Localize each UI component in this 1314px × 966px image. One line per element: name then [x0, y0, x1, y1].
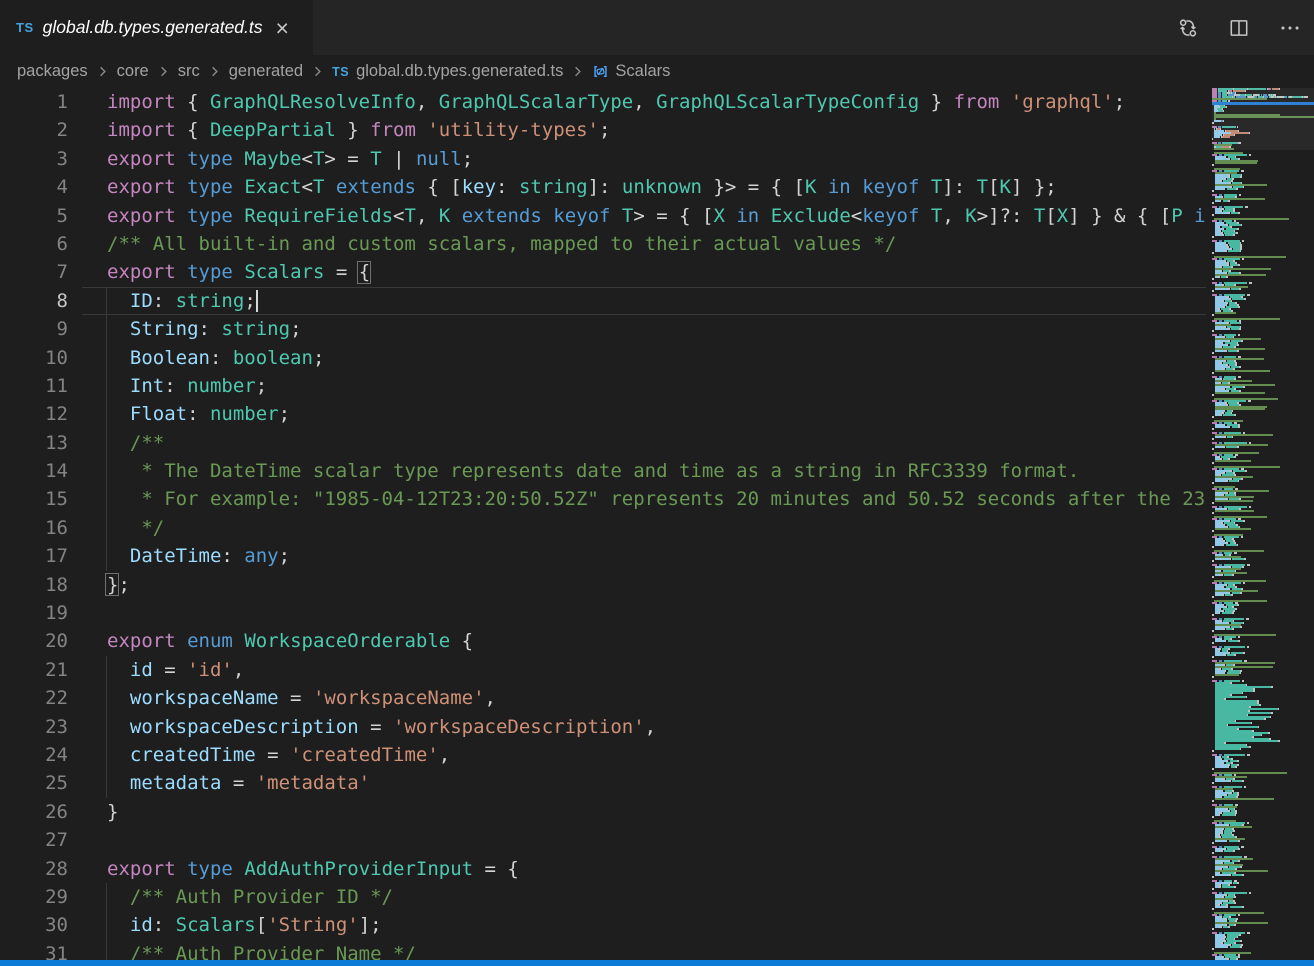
tab-close-icon[interactable]: ×: [276, 18, 289, 38]
code-line[interactable]: /** Auth Provider ID */: [107, 883, 1206, 911]
code-line[interactable]: import { GraphQLResolveInfo, GraphQLScal…: [107, 88, 1206, 116]
line-number[interactable]: 3: [0, 145, 68, 173]
more-actions-icon[interactable]: [1278, 16, 1302, 40]
breadcrumb-item-src[interactable]: src: [178, 62, 200, 81]
line-number[interactable]: 20: [0, 627, 68, 655]
tab-bar: TS global.db.types.generated.ts ×: [0, 0, 1314, 55]
code-line[interactable]: String: string;: [107, 315, 1206, 343]
line-number[interactable]: 2: [0, 116, 68, 144]
gutter: 1234567891011121314151617181920212223242…: [0, 88, 68, 966]
line-number[interactable]: 25: [0, 769, 68, 797]
code-line[interactable]: * The DateTime scalar type represents da…: [107, 457, 1206, 485]
line-number[interactable]: 4: [0, 173, 68, 201]
line-number[interactable]: 15: [0, 485, 68, 513]
chevron-right-icon: [156, 64, 171, 79]
open-changes-icon[interactable]: [1176, 16, 1200, 40]
code-line[interactable]: Float: number;: [107, 400, 1206, 428]
line-number[interactable]: 18: [0, 571, 68, 599]
typescript-file-icon: TS: [16, 20, 34, 35]
breadcrumb-item-core[interactable]: core: [117, 62, 149, 81]
typescript-file-icon: TS: [332, 65, 349, 79]
code-line[interactable]: };: [107, 571, 1206, 599]
symbol-object-icon: [592, 63, 609, 80]
code-line[interactable]: import { DeepPartial } from 'utility-typ…: [107, 116, 1206, 144]
minimap-current-line-marker: [1212, 102, 1314, 105]
code-line[interactable]: workspaceName = 'workspaceName',: [107, 684, 1206, 712]
chevron-right-icon: [570, 64, 585, 79]
code-line[interactable]: createdTime = 'createdTime',: [107, 741, 1206, 769]
text-cursor: [256, 290, 258, 312]
line-number[interactable]: 16: [0, 514, 68, 542]
line-number[interactable]: 21: [0, 656, 68, 684]
code-line[interactable]: DateTime: any;: [107, 542, 1206, 570]
line-number[interactable]: 7: [0, 258, 68, 286]
code-line[interactable]: id = 'id',: [107, 656, 1206, 684]
line-number[interactable]: 11: [0, 372, 68, 400]
line-number[interactable]: 9: [0, 315, 68, 343]
breadcrumb-label: packages: [17, 62, 88, 81]
split-editor-icon[interactable]: [1227, 16, 1251, 40]
line-number[interactable]: 1: [0, 88, 68, 116]
code-line[interactable]: * For example: "1985-04-12T23:20:50.52Z"…: [107, 485, 1206, 513]
code-line[interactable]: id: Scalars['String'];: [107, 911, 1206, 939]
code-line[interactable]: Boolean: boolean;: [107, 344, 1206, 372]
minimap-content: [1212, 88, 1314, 966]
breadcrumb-label: core: [117, 62, 149, 81]
minimap-slider[interactable]: [1212, 88, 1314, 150]
code-line[interactable]: /** All built-in and custom scalars, map…: [107, 230, 1206, 258]
line-number[interactable]: 13: [0, 429, 68, 457]
code-line[interactable]: ID: string;: [107, 287, 1206, 315]
code-line[interactable]: export type Maybe<T> = T | null;: [107, 145, 1206, 173]
code-line[interactable]: export type Exact<T extends { [key: stri…: [107, 173, 1206, 201]
code-line[interactable]: export type Scalars = {: [107, 258, 1206, 286]
code-line[interactable]: /**: [107, 429, 1206, 457]
line-number[interactable]: 24: [0, 741, 68, 769]
code-line[interactable]: [107, 826, 1206, 854]
line-number[interactable]: 22: [0, 684, 68, 712]
editor-actions: [1176, 0, 1302, 55]
breadcrumb-item-packages[interactable]: packages: [17, 62, 88, 81]
chevron-right-icon: [310, 64, 325, 79]
breadcrumb: packages core src generated TS global.db.type…: [0, 55, 1314, 88]
line-number[interactable]: 19: [0, 599, 68, 627]
code-lines: import { GraphQLResolveInfo, GraphQLScal…: [107, 88, 1206, 966]
line-number[interactable]: 29: [0, 883, 68, 911]
code-line[interactable]: [107, 599, 1206, 627]
tab-title: global.db.types.generated.ts: [43, 17, 263, 38]
code-editor[interactable]: 1234567891011121314151617181920212223242…: [0, 88, 1206, 966]
tab-global-db-types[interactable]: TS global.db.types.generated.ts ×: [0, 0, 313, 55]
line-number[interactable]: 30: [0, 911, 68, 939]
code-line[interactable]: export type AddAuthProviderInput = {: [107, 855, 1206, 883]
line-number[interactable]: 27: [0, 826, 68, 854]
minimap[interactable]: [1212, 88, 1314, 966]
breadcrumb-item-generated[interactable]: generated: [229, 62, 303, 81]
chevron-right-icon: [207, 64, 222, 79]
breadcrumb-label: src: [178, 62, 200, 81]
chevron-right-icon: [95, 64, 110, 79]
breadcrumb-label: global.db.types.generated.ts: [356, 62, 563, 81]
line-number[interactable]: 8: [0, 287, 68, 315]
line-number[interactable]: 14: [0, 457, 68, 485]
breadcrumb-label: Scalars: [615, 62, 670, 81]
breadcrumb-label: generated: [229, 62, 303, 81]
line-number[interactable]: 5: [0, 202, 68, 230]
code-line[interactable]: export type RequireFields<T, K extends k…: [107, 202, 1206, 230]
code-line[interactable]: workspaceDescription = 'workspaceDescrip…: [107, 713, 1206, 741]
line-number[interactable]: 28: [0, 855, 68, 883]
line-number[interactable]: 6: [0, 230, 68, 258]
code-line[interactable]: Int: number;: [107, 372, 1206, 400]
breadcrumb-item-scalars[interactable]: Scalars: [592, 62, 670, 81]
line-number[interactable]: 26: [0, 798, 68, 826]
breadcrumb-item-global-db-types-generated-ts[interactable]: TS global.db.types.generated.ts: [332, 62, 563, 81]
code-line[interactable]: */: [107, 514, 1206, 542]
line-number[interactable]: 10: [0, 344, 68, 372]
line-number[interactable]: 12: [0, 400, 68, 428]
code-line[interactable]: export enum WorkspaceOrderable {: [107, 627, 1206, 655]
code-line[interactable]: metadata = 'metadata': [107, 769, 1206, 797]
line-number[interactable]: 23: [0, 713, 68, 741]
line-number[interactable]: 17: [0, 542, 68, 570]
code-line[interactable]: }: [107, 798, 1206, 826]
status-accent-bar: [0, 960, 1314, 966]
